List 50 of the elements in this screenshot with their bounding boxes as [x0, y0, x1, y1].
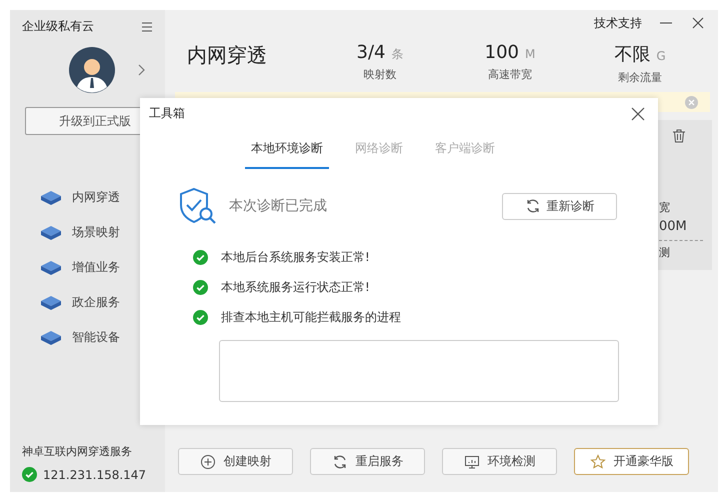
- refresh-icon: [524, 198, 540, 214]
- nav-item[interactable]: 内网穿透: [40, 187, 165, 208]
- card-value: 00M: [659, 219, 703, 241]
- cube-icon: [40, 330, 62, 346]
- service-name: 神卓互联内网穿透服务: [22, 444, 133, 459]
- cube-icon: [40, 260, 62, 276]
- nav-item[interactable]: 智能设备: [40, 327, 165, 348]
- stat-unit: M: [525, 47, 536, 61]
- stat-label: 映射数: [364, 67, 396, 82]
- cube-icon: [40, 294, 62, 310]
- shield-search-icon: [179, 187, 217, 225]
- refresh-icon: [332, 454, 348, 470]
- nav-item[interactable]: 增值业务: [40, 257, 165, 278]
- close-icon: [690, 15, 706, 31]
- cube-icon: [40, 190, 62, 206]
- check-result: 本地后台系统服务安装正常!: [221, 249, 370, 266]
- trash-icon: [670, 128, 686, 144]
- stat-unit: 条: [391, 47, 404, 61]
- rerun-button[interactable]: 重新诊断: [502, 192, 617, 220]
- nav-item[interactable]: 政企服务: [40, 292, 165, 313]
- card-label: 宽: [659, 200, 671, 215]
- nav-item[interactable]: 场景映射: [40, 222, 165, 243]
- stat-label: 高速带宽: [488, 67, 532, 82]
- stat-value: 不限: [614, 44, 650, 65]
- diagnosis-status: 本次诊断已完成: [229, 197, 328, 215]
- page-title: 内网穿透: [187, 42, 268, 69]
- stat-value: 100: [484, 42, 519, 63]
- star-icon: [590, 454, 606, 470]
- stat-label: 剩余流量: [618, 70, 662, 85]
- toolbar-button[interactable]: 重启服务: [310, 448, 425, 475]
- ip-address: 121.231.158.147: [43, 468, 146, 482]
- output-field[interactable]: [219, 340, 619, 402]
- close-icon: [630, 106, 646, 122]
- check-result: 本地系统服务运行状态正常!: [221, 279, 370, 296]
- minimize-icon: [660, 22, 672, 24]
- cube-icon: [40, 224, 62, 240]
- stat-value: 3/4: [356, 42, 386, 63]
- tab[interactable]: 本地环境诊断: [245, 140, 329, 169]
- close-icon: [685, 96, 698, 108]
- plus-icon: [200, 454, 216, 470]
- card-link[interactable]: 测: [659, 245, 712, 260]
- toolbar-button[interactable]: 环境检测: [442, 448, 557, 475]
- toolbar-button[interactable]: 开通豪华版: [574, 448, 689, 475]
- app-title: 企业级私有云: [22, 18, 94, 35]
- check-result: 排查本地主机可能拦截服务的进程: [221, 309, 401, 326]
- toolbar-button[interactable]: 创建映射: [178, 448, 293, 475]
- stat-unit: G: [656, 49, 666, 63]
- support-link[interactable]: 技术支持: [594, 14, 642, 32]
- avatar: [68, 47, 114, 93]
- monitor-icon: [464, 454, 480, 470]
